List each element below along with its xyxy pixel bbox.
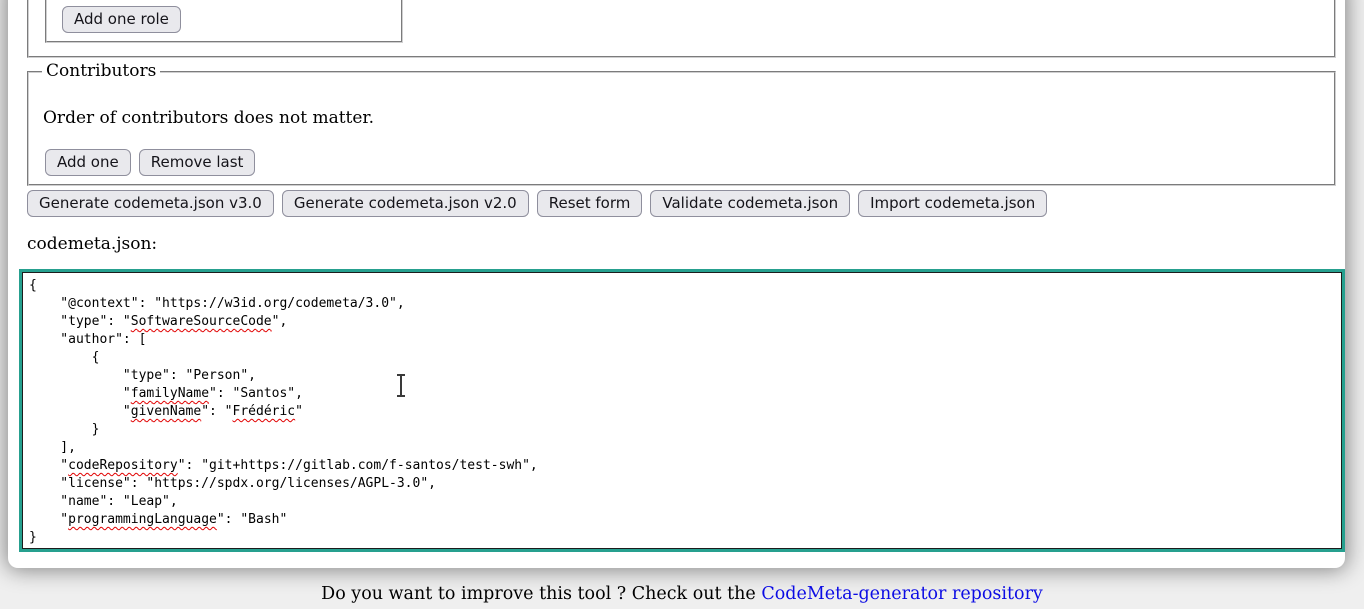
contributors-legend: Contributors [42,61,160,81]
author-roles-fieldset: Add one role [45,0,403,43]
code-line: "codeRepository": "git+https://gitlab.co… [29,457,1335,475]
code-line: "givenName": "Frédéric" [29,403,1335,421]
contributors-fieldset: Contributors Order of contributors does … [27,71,1336,186]
contributors-note: Order of contributors does not matter. [43,108,374,128]
code-line: "type": "Person", [29,367,1335,385]
code-line: "familyName": "Santos", [29,385,1335,403]
code-line: "programmingLanguage": "Bash" [29,511,1335,529]
code-line: "author": [ [29,331,1335,349]
generate-codemeta-v3-button[interactable]: Generate codemeta.json v3.0 [27,190,274,217]
code-line: { [29,349,1335,367]
reset-form-button[interactable]: Reset form [537,190,643,217]
contributors-remove-last-button[interactable]: Remove last [139,149,256,176]
validate-codemeta-button[interactable]: Validate codemeta.json [650,190,850,217]
code-line: "license": "https://spdx.org/licenses/AG… [29,475,1335,493]
add-one-role-button[interactable]: Add one role [62,6,181,33]
main-content-panel: Add one role Contributors Order of contr… [8,0,1345,568]
footer-text: Do you want to improve this tool ? Check… [321,584,761,604]
contributors-add-one-button[interactable]: Add one [45,149,131,176]
code-line: } [29,529,1335,547]
codemeta-json-label: codemeta.json: [27,234,157,254]
code-line: } [29,421,1335,439]
code-line: ], [29,439,1335,457]
code-line: { [29,277,1335,295]
text-cursor-icon [395,374,407,397]
authors-fieldset: Add one role [27,0,1336,58]
footer: Do you want to improve this tool ? Check… [0,584,1364,604]
generate-codemeta-v2-button[interactable]: Generate codemeta.json v2.0 [282,190,529,217]
import-codemeta-button[interactable]: Import codemeta.json [858,190,1047,217]
code-line: "type": "SoftwareSourceCode", [29,313,1335,331]
codemeta-generator-repository-link[interactable]: CodeMeta-generator repository [761,584,1042,604]
page: Add one role Contributors Order of contr… [0,0,1364,609]
codemeta-output-textarea[interactable]: { "@context": "https://w3id.org/codemeta… [22,272,1342,549]
code-line: "name": "Leap", [29,493,1335,511]
code-line: "@context": "https://w3id.org/codemeta/3… [29,295,1335,313]
form-actions-row: Generate codemeta.json v3.0 Generate cod… [27,190,1047,217]
